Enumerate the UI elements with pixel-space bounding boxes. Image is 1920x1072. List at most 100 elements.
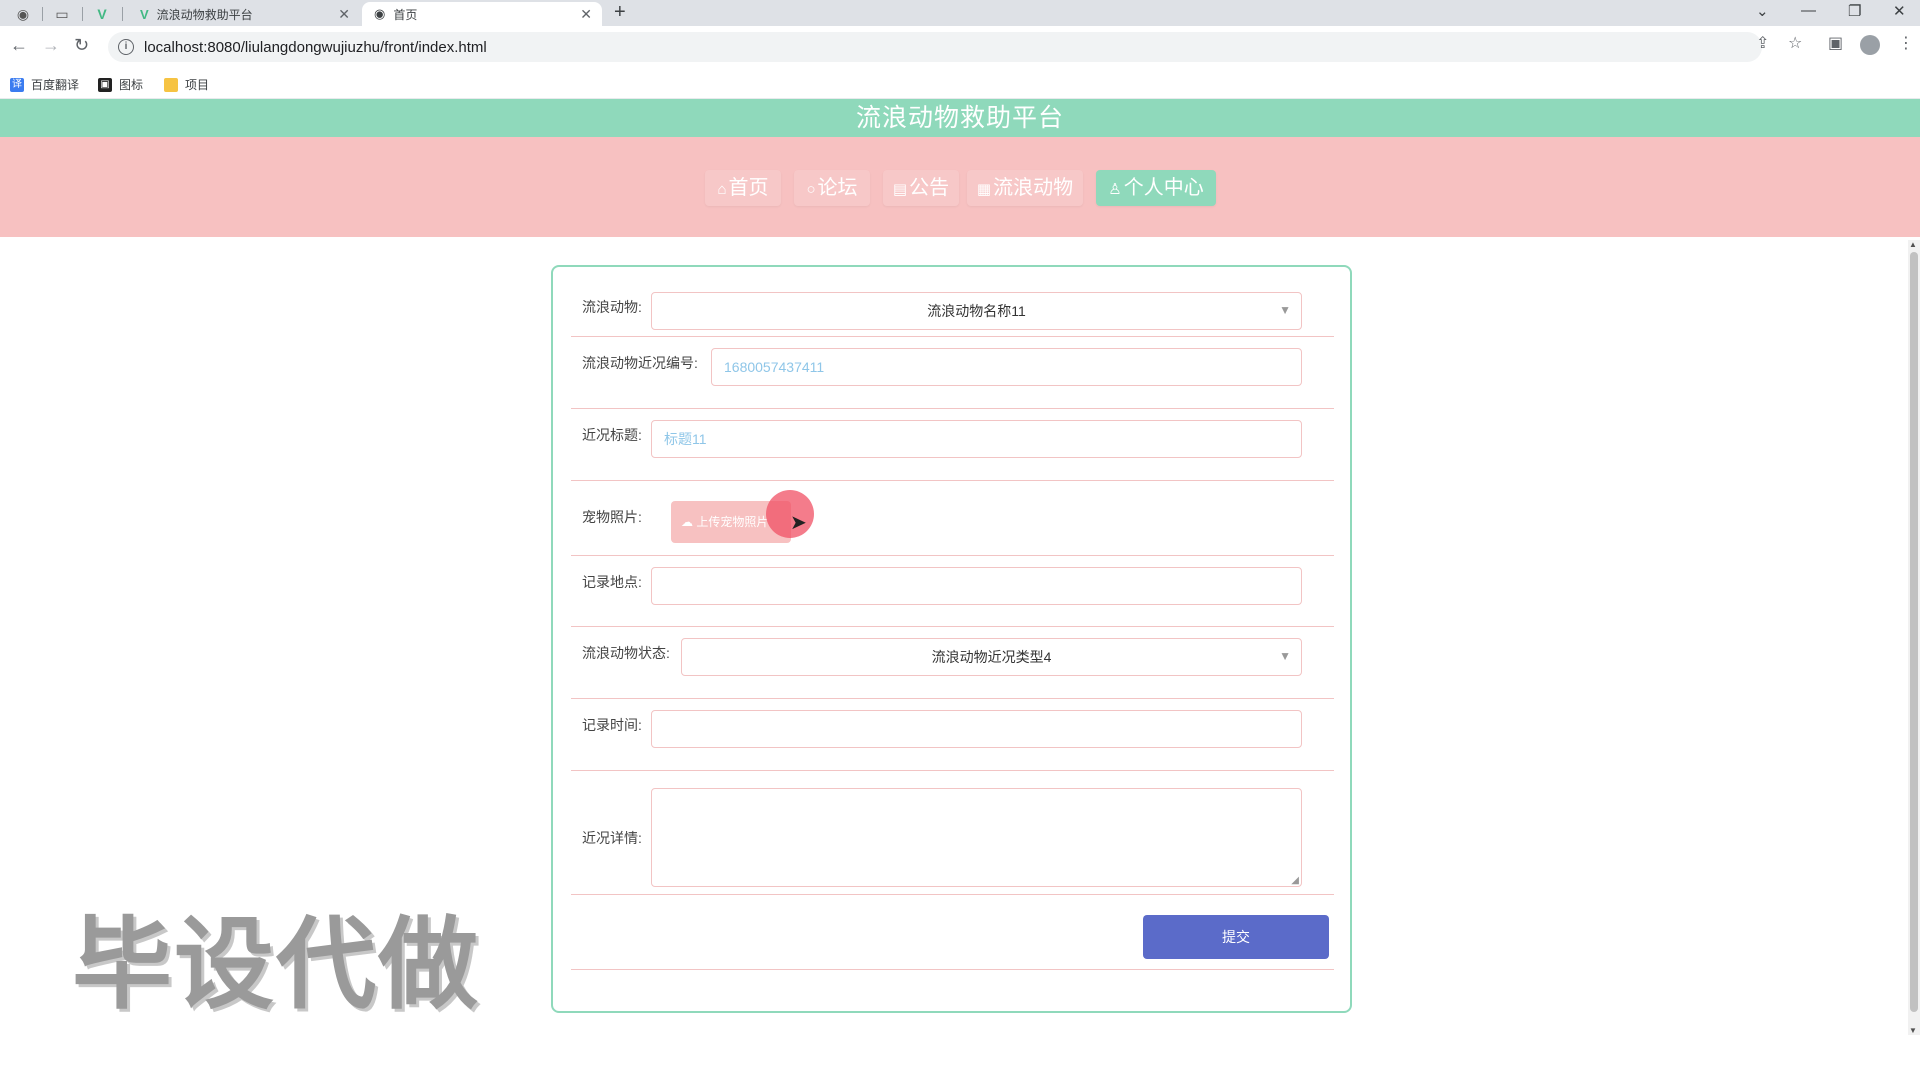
chevron-down-icon[interactable]: ⌄ xyxy=(1756,2,1769,20)
form-row-title: 近况标题: 标题11 xyxy=(571,409,1334,481)
field-label: 宠物照片: xyxy=(582,509,642,525)
site-header: 流浪动物救助平台 xyxy=(0,99,1920,137)
info-icon[interactable]: i xyxy=(118,39,134,55)
tab-divider xyxy=(82,7,83,21)
url-text: localhost:8080/liulangdongwujiuzhu/front… xyxy=(144,38,487,56)
bookmark-item[interactable]: 项目 xyxy=(164,76,209,93)
site-title: 流浪动物救助平台 xyxy=(855,104,1064,132)
translate-icon: 译 xyxy=(10,77,24,92)
code-input[interactable]: 1680057437411 xyxy=(711,348,1302,386)
form-row-submit: 提交 xyxy=(571,895,1334,970)
back-arrow-icon[interactable]: ← xyxy=(10,35,28,56)
user-icon: ♙ xyxy=(1108,181,1122,198)
restore-icon[interactable]: ❐ xyxy=(1848,2,1861,20)
share-icon[interactable]: ⇪ xyxy=(1756,33,1769,53)
home-icon: ⌂ xyxy=(717,181,727,198)
blank-tab-icon[interactable]: ▭ xyxy=(48,3,76,25)
title-input[interactable]: 标题11 xyxy=(651,420,1302,458)
vue-icon: V xyxy=(140,6,149,22)
field-label: 记录时间: xyxy=(582,717,642,733)
upload-label: 上传宠物照片 xyxy=(696,515,769,529)
new-tab-icon[interactable]: + xyxy=(614,1,626,24)
bookmark-item[interactable]: ▣ 图标 xyxy=(98,76,143,93)
status-select[interactable]: 流浪动物近况类型4 ▼ xyxy=(681,638,1302,676)
tab-strip: ◉ ▭ V V 流浪动物救助平台 ✕ ◉ 首页 ✕ + ⌄ — ❐ ✕ xyxy=(0,0,1920,26)
chevron-down-icon: ▼ xyxy=(1279,649,1291,663)
close-icon[interactable]: ✕ xyxy=(580,6,592,23)
form-row-animal: 流浪动物: 流浪动物名称11 ▼ xyxy=(571,281,1334,337)
field-label: 流浪动物状态: xyxy=(582,645,670,661)
field-label: 记录地点: xyxy=(582,574,642,590)
nav-label: 论坛 xyxy=(817,177,858,199)
watermark: 毕设代做 xyxy=(72,909,480,1021)
menu-dots-icon[interactable]: ⋮ xyxy=(1898,33,1914,53)
tab-title: 流浪动物救助平台 xyxy=(156,7,253,22)
chat-icon: ○ xyxy=(806,181,816,198)
form-row-place: 记录地点: xyxy=(571,556,1334,627)
tab-title: 首页 xyxy=(393,7,418,22)
main-nav: ⌂ 首页 ○ 论坛 ▤ 公告 ▦ 流浪动物 ♙ 个人中心 xyxy=(0,137,1920,237)
tab-platform[interactable]: V 流浪动物救助平台 ✕ xyxy=(128,2,360,26)
form-row-time: 记录时间: xyxy=(571,699,1334,771)
nav-home[interactable]: ⌂ 首页 xyxy=(705,170,781,206)
url-field[interactable]: i localhost:8080/liulangdongwujiuzhu/fro… xyxy=(108,32,1762,62)
field-label: 近况标题: xyxy=(582,427,642,443)
nav-label: 公告 xyxy=(909,177,950,199)
close-icon[interactable]: ✕ xyxy=(338,6,350,23)
field-label: 流浪动物近况编号: xyxy=(582,355,698,371)
form-row-status: 流浪动物状态: 流浪动物近况类型4 ▼ xyxy=(571,627,1334,699)
nav-forum[interactable]: ○ 论坛 xyxy=(794,170,870,206)
folder-icon xyxy=(164,77,178,92)
star-icon[interactable]: ☆ xyxy=(1788,33,1802,53)
select-value: 流浪动物名称11 xyxy=(927,303,1026,319)
vue-icon[interactable]: V xyxy=(88,3,116,25)
nav-label: 首页 xyxy=(728,177,769,199)
cloud-upload-icon: ☁ xyxy=(681,515,693,529)
page-scrollbar[interactable]: ▲ ▼ xyxy=(1908,240,1920,1035)
nav-notice[interactable]: ▤ 公告 xyxy=(883,170,959,206)
place-input[interactable] xyxy=(651,567,1302,605)
chevron-down-icon: ▼ xyxy=(1279,303,1291,317)
image-icon: ▣ xyxy=(98,77,112,92)
form-row-code: 流浪动物近况编号: 1680057437411 xyxy=(571,337,1334,409)
form-card: 流浪动物: 流浪动物名称11 ▼ 流浪动物近况编号: 1680057437411… xyxy=(551,265,1352,1013)
nav-animals[interactable]: ▦ 流浪动物 xyxy=(967,170,1083,206)
address-bar: ← → ↻ i localhost:8080/liulangdongwujiuz… xyxy=(0,26,1920,70)
form-row-photo: 宠物照片: ☁ 上传宠物照片 xyxy=(571,481,1334,556)
select-value: 流浪动物近况类型4 xyxy=(931,649,1052,665)
animal-select[interactable]: 流浪动物名称11 ▼ xyxy=(651,292,1302,330)
profile-avatar[interactable] xyxy=(1860,35,1880,55)
reload-icon[interactable]: ↻ xyxy=(74,35,89,56)
cursor-arrow-icon: ➤ xyxy=(790,512,807,534)
grid-icon: ▦ xyxy=(976,181,992,198)
field-label: 近况详情: xyxy=(582,830,642,846)
bookmark-label: 项目 xyxy=(185,78,210,92)
forward-arrow-icon[interactable]: → xyxy=(42,35,60,56)
submit-button[interactable]: 提交 xyxy=(1143,915,1329,959)
bookmarks-bar: 译 百度翻译 ▣ 图标 项目 xyxy=(0,70,1920,99)
input-value: 标题11 xyxy=(664,431,707,447)
side-panel-icon[interactable]: ▣ xyxy=(1828,33,1843,53)
tab-divider xyxy=(122,7,123,21)
minimize-icon[interactable]: — xyxy=(1801,2,1816,19)
tab-home[interactable]: ◉ 首页 ✕ xyxy=(362,2,602,26)
resize-grip-icon[interactable]: ◢ xyxy=(1291,875,1299,886)
globe-icon: ◉ xyxy=(374,6,386,21)
detail-textarea[interactable]: ◢ xyxy=(651,788,1302,887)
close-window-icon[interactable]: ✕ xyxy=(1893,2,1906,20)
bookmark-item[interactable]: 译 百度翻译 xyxy=(10,76,79,93)
nav-label: 个人中心 xyxy=(1123,177,1204,199)
scroll-down-icon[interactable]: ▼ xyxy=(1909,1026,1917,1035)
notice-icon: ▤ xyxy=(892,181,908,198)
scroll-up-icon[interactable]: ▲ xyxy=(1909,240,1917,249)
form-row-detail: 近况详情: ◢ xyxy=(571,771,1334,895)
scrollbar-thumb[interactable] xyxy=(1910,252,1918,1012)
input-value: 1680057437411 xyxy=(724,359,825,375)
field-label: 流浪动物: xyxy=(582,299,642,315)
nav-label: 流浪动物 xyxy=(993,177,1074,199)
time-input[interactable] xyxy=(651,710,1302,748)
bookmark-label: 百度翻译 xyxy=(31,78,80,92)
tab-divider xyxy=(42,7,43,21)
nav-profile[interactable]: ♙ 个人中心 xyxy=(1096,170,1216,206)
globe-icon[interactable]: ◉ xyxy=(9,3,37,25)
